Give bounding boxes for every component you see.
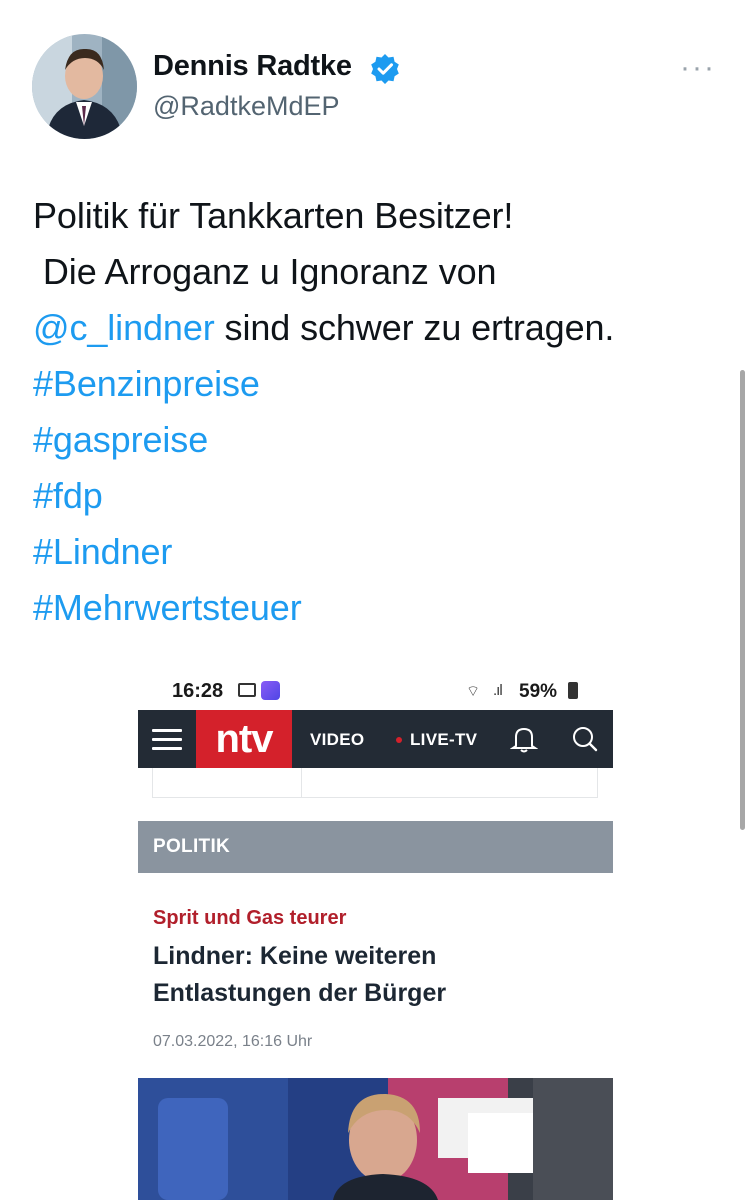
wifi-icon: ⌔ <box>466 683 481 700</box>
author-avatar[interactable] <box>32 34 137 139</box>
battery-icon <box>568 682 578 699</box>
scrollbar[interactable] <box>740 370 745 830</box>
article-photo <box>138 1078 613 1200</box>
more-options-icon[interactable]: ··· <box>680 53 716 83</box>
article-kicker: Sprit und Gas teurer <box>153 907 347 929</box>
verified-badge-icon <box>371 54 399 84</box>
battery-percent: 59% <box>519 681 558 702</box>
article-headline: Lindner: Keine weiteren Entlastungen der… <box>153 942 447 1007</box>
bell-icon <box>510 727 538 753</box>
article-date: 07.03.2022, 16:16 Uhr <box>153 1033 313 1050</box>
signal-icon: .ıl <box>493 682 503 699</box>
ntv-navbar: ntv VIDEO LIVE-TV <box>138 710 613 768</box>
tweet-line-1: Politik für Tankkarten Besitzer! <box>33 195 514 236</box>
section-header: POLITIK <box>138 821 613 873</box>
tweet-line-3-text: sind schwer zu ertragen. <box>214 307 615 348</box>
search-icon <box>573 727 598 752</box>
ad-placeholder <box>152 768 598 798</box>
live-dot-icon <box>396 737 402 743</box>
author-handle[interactable]: @RadtkeMdEP <box>153 91 339 122</box>
hamburger-menu-icon <box>152 729 182 751</box>
section-label: POLITIK <box>153 836 231 857</box>
hashtag-link[interactable]: #Mehrwertsteuer <box>33 580 733 636</box>
author-name[interactable]: Dennis Radtke <box>153 50 352 83</box>
attached-screenshot[interactable]: 16:28 ⌔ .ıl 59% ntv VIDEO LIVE-TV POLITI… <box>138 668 613 1200</box>
hashtag-link[interactable]: #Lindner <box>33 524 733 580</box>
nav-live-tv: LIVE-TV <box>410 730 478 749</box>
message-icon <box>238 683 256 697</box>
hashtag-link[interactable]: #gaspreise <box>33 412 733 468</box>
hashtag-link[interactable]: #fdp <box>33 468 733 524</box>
tweet-text: Politik für Tankkarten Besitzer! Die Arr… <box>33 188 733 636</box>
mention-link[interactable]: @c_lindner <box>33 307 215 348</box>
tweet-line-3: @c_lindner sind schwer zu ertragen. <box>33 300 733 356</box>
ntv-logo: ntv <box>196 710 292 768</box>
phone-status-bar: 16:28 ⌔ .ıl 59% <box>138 668 613 710</box>
hashtag-link[interactable]: #Benzinpreise <box>33 356 733 412</box>
nav-video: VIDEO <box>310 730 365 749</box>
status-time: 16:28 <box>172 680 224 702</box>
tweet-line-2: Die Arroganz u Ignoranz von <box>33 251 497 292</box>
app-notification-icon <box>261 681 280 700</box>
